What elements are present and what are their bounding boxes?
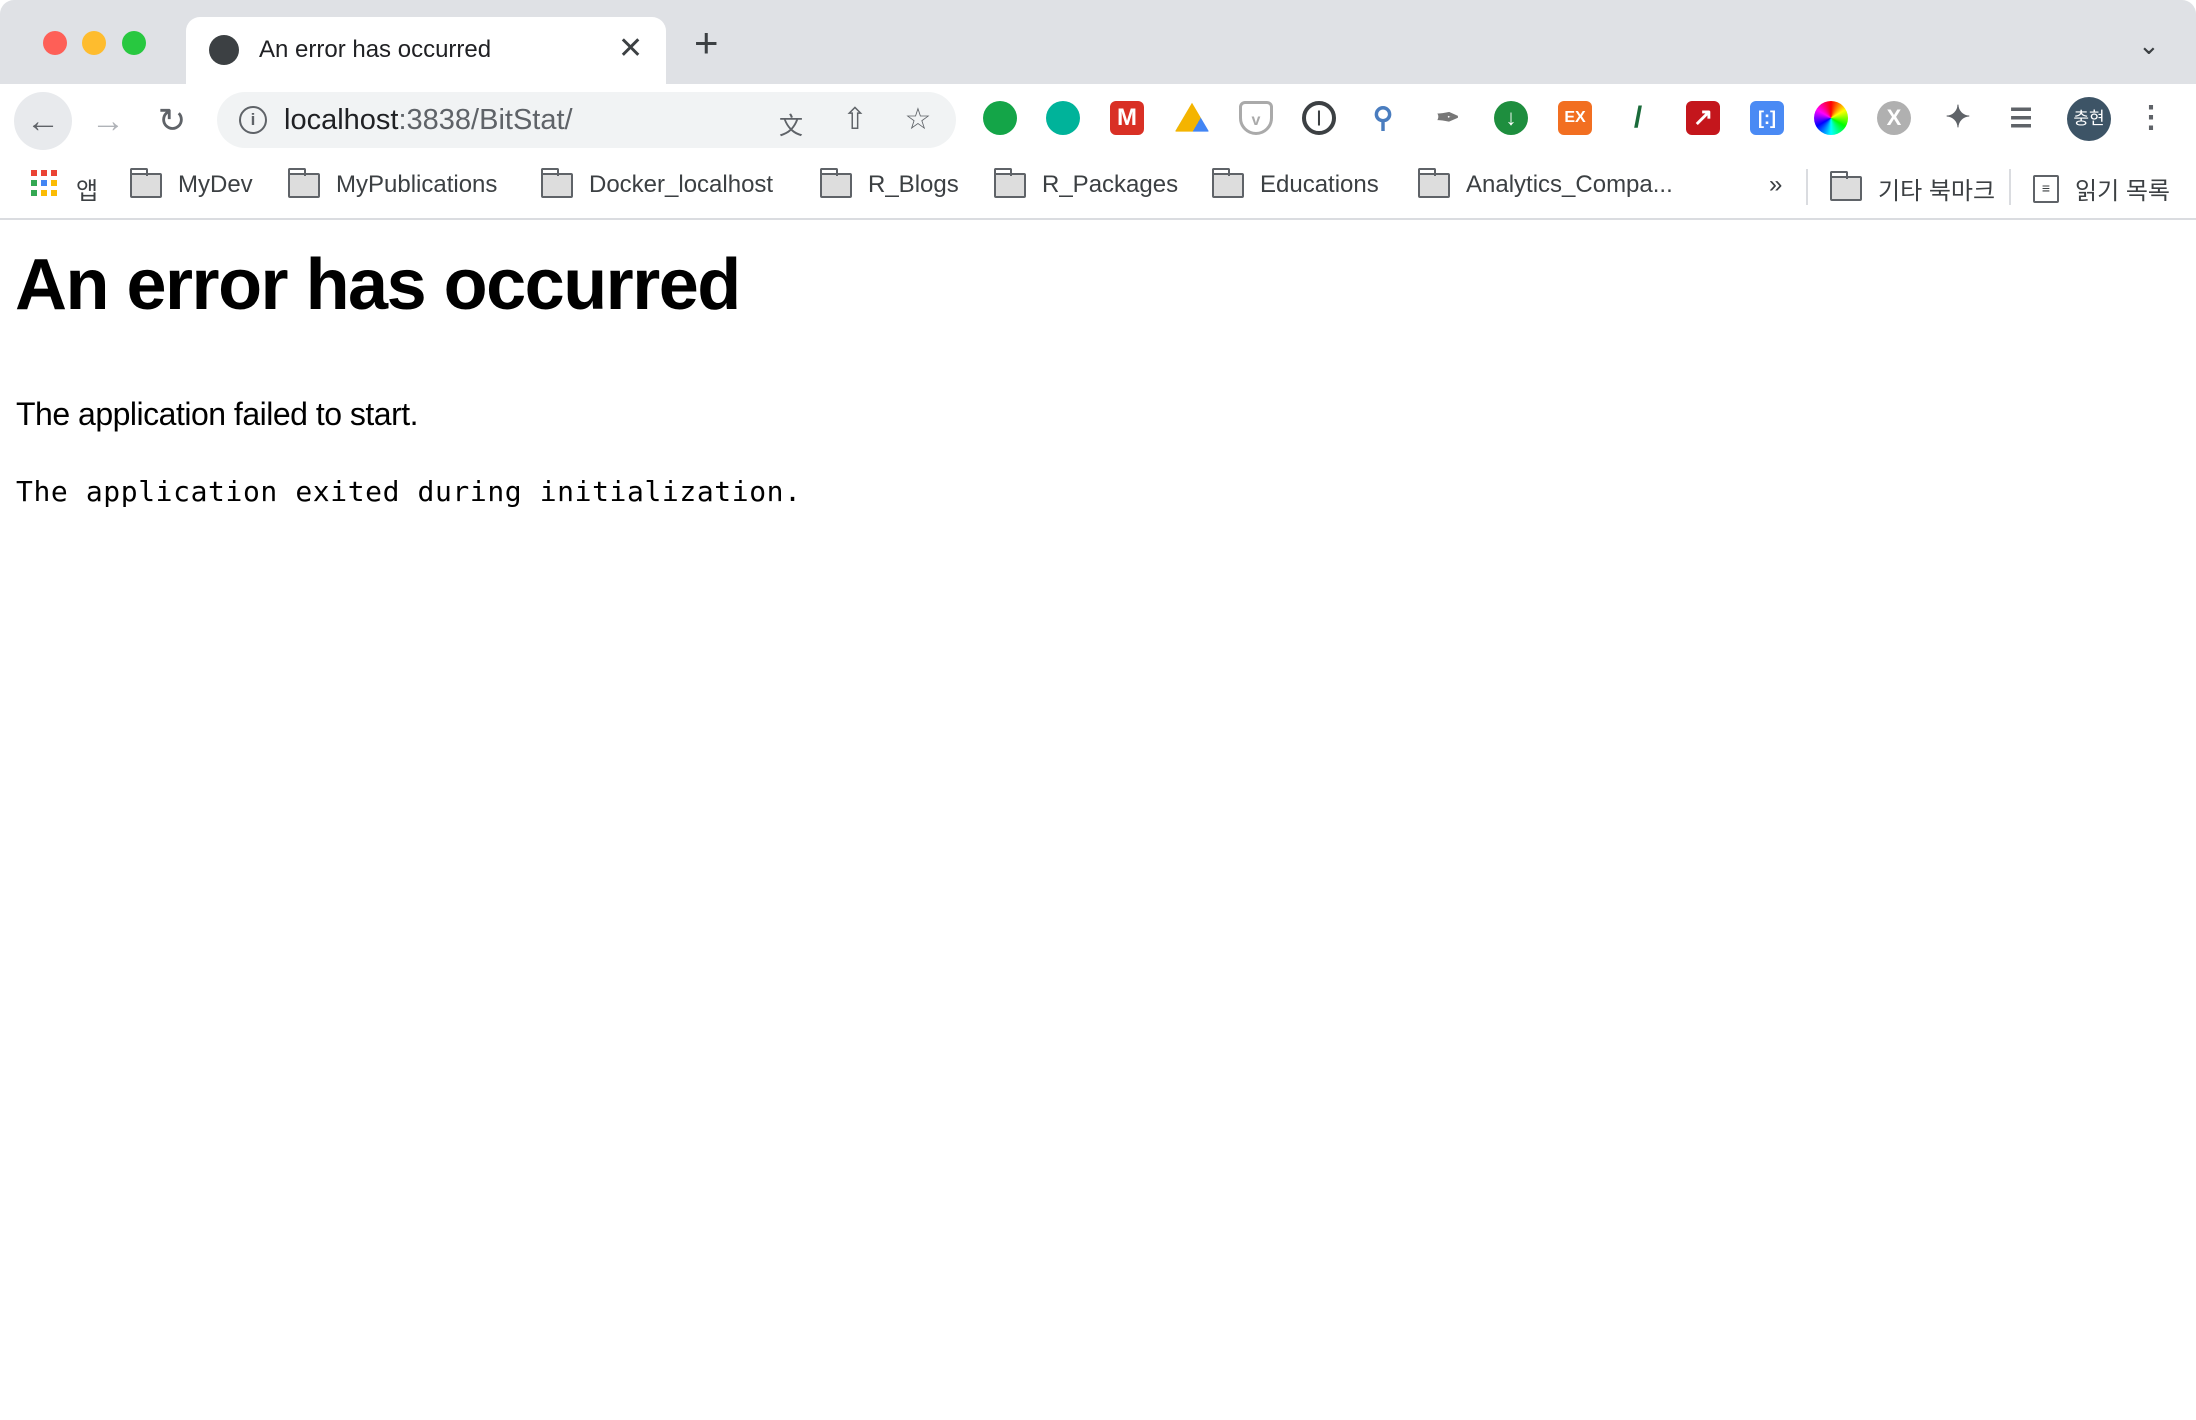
address-bar[interactable]: i localhost:3838/BitStat/ 文 ⇧ ☆ bbox=[217, 92, 956, 148]
1password-icon[interactable]: | bbox=[1302, 101, 1336, 135]
folder-icon bbox=[1418, 167, 1450, 198]
new-tab-button[interactable]: + bbox=[694, 22, 719, 64]
extensions-puzzle-icon[interactable]: ✦ bbox=[1941, 101, 1975, 135]
folder-icon bbox=[288, 167, 320, 198]
bookmark-folder-mypublications[interactable]: MyPublications bbox=[288, 167, 498, 199]
error-message: The application failed to start. bbox=[16, 396, 419, 432]
bookmark-folder-r-packages[interactable]: R_Packages bbox=[994, 167, 1179, 199]
bookmark-label: 기타 북마크 bbox=[1878, 178, 1996, 205]
evernote-icon[interactable] bbox=[983, 101, 1017, 135]
pickaxe-icon[interactable]: ↗ bbox=[1686, 101, 1720, 135]
download-icon[interactable]: ↓ bbox=[1494, 101, 1528, 135]
site-info-icon[interactable]: i bbox=[239, 106, 267, 134]
forward-button[interactable]: → bbox=[79, 92, 137, 150]
more-menu-icon[interactable]: ⋮ bbox=[2134, 101, 2168, 135]
url-host: localhost bbox=[284, 104, 399, 136]
bookmark-label: R_Blogs bbox=[868, 171, 959, 198]
bookmark-label: MyDev bbox=[178, 171, 253, 198]
bookmark-folder-r-blogs[interactable]: R_Blogs bbox=[820, 167, 959, 199]
bookmark-folder-other[interactable]: 기타 북마크 bbox=[1830, 171, 1995, 206]
reload-button[interactable]: ↻ bbox=[143, 92, 201, 150]
page-content: An error has occurred The application fa… bbox=[0, 222, 2196, 1420]
browser-window: An error has occurred ✕ + ⌄ ← → ↻ i loca… bbox=[0, 0, 2196, 1420]
reading-list-label: 읽기 목록 bbox=[2075, 178, 2170, 205]
apps-grid-icon[interactable] bbox=[31, 170, 57, 196]
folder-icon bbox=[130, 167, 162, 198]
bookmarks-overflow-button[interactable]: » bbox=[1769, 171, 1782, 199]
close-window-button[interactable] bbox=[43, 31, 67, 55]
x-circle-icon[interactable]: X bbox=[1877, 101, 1911, 135]
gmail-icon[interactable]: M bbox=[1110, 101, 1144, 135]
color-wheel-icon[interactable] bbox=[1814, 101, 1848, 135]
reading-list-icon: ≡ bbox=[2033, 174, 2059, 203]
globe-icon bbox=[209, 35, 239, 65]
reading-list-button[interactable]: ≡ 읽기 목록 bbox=[2033, 171, 2170, 206]
close-tab-icon[interactable]: ✕ bbox=[618, 31, 643, 66]
ex-icon[interactable]: EX bbox=[1558, 101, 1592, 135]
bookmark-apps[interactable]: 앱 bbox=[76, 171, 98, 206]
pocket-icon[interactable]: v bbox=[1239, 101, 1273, 135]
bookmark-folder-mydev[interactable]: MyDev bbox=[130, 167, 253, 199]
folder-icon bbox=[1830, 171, 1862, 201]
media-queue-icon[interactable]: ☰ bbox=[2004, 101, 2038, 135]
mendeley-icon[interactable] bbox=[1046, 101, 1080, 135]
bookmarks-bar: 앱 MyDev MyPublications Docker_localhost … bbox=[0, 157, 2196, 220]
error-heading: An error has occurred bbox=[15, 245, 741, 325]
folder-icon bbox=[541, 167, 573, 198]
bookmark-label: R_Packages bbox=[1042, 171, 1179, 198]
folder-icon bbox=[994, 167, 1026, 198]
divider bbox=[2009, 169, 2011, 205]
minimize-window-button[interactable] bbox=[82, 31, 106, 55]
bookmark-label: Docker_localhost bbox=[589, 171, 774, 198]
error-detail: The application exited during initializa… bbox=[16, 475, 802, 508]
url-text[interactable]: localhost:3838/BitStat/ bbox=[284, 104, 573, 137]
back-button[interactable]: ← bbox=[14, 92, 72, 150]
folder-icon bbox=[820, 167, 852, 198]
url-path: :3838/BitStat/ bbox=[398, 104, 573, 136]
share-icon[interactable]: ⇧ bbox=[837, 102, 873, 137]
translate-icon[interactable]: 文 bbox=[773, 106, 809, 141]
slash-icon[interactable]: / bbox=[1621, 101, 1655, 135]
divider bbox=[1806, 169, 1808, 205]
tab-strip: An error has occurred ✕ + ⌄ bbox=[0, 0, 2196, 84]
search-magnifier-icon[interactable]: ⚲ bbox=[1366, 101, 1400, 135]
bookmark-folder-docker-localhost[interactable]: Docker_localhost bbox=[541, 167, 774, 199]
maximize-window-button[interactable] bbox=[122, 31, 146, 55]
eyedropper-icon[interactable]: ✒ bbox=[1431, 101, 1465, 135]
bookmark-star-icon[interactable]: ☆ bbox=[900, 102, 936, 137]
profile-avatar[interactable]: 충현 bbox=[2067, 97, 2111, 141]
tab-active[interactable]: An error has occurred ✕ bbox=[186, 17, 666, 84]
toolbar: ← → ↻ i localhost:3838/BitStat/ 文 ⇧ ☆ bbox=[0, 84, 2196, 157]
tag-icon[interactable]: [:] bbox=[1750, 101, 1784, 135]
bookmark-folder-educations[interactable]: Educations bbox=[1212, 167, 1379, 199]
bookmark-folder-analytics[interactable]: Analytics_Compa... bbox=[1418, 167, 1673, 199]
tab-title: An error has occurred bbox=[259, 36, 492, 63]
bookmark-label: MyPublications bbox=[336, 171, 498, 198]
bookmark-label: Educations bbox=[1260, 171, 1379, 198]
bookmark-label: Analytics_Compa... bbox=[1466, 171, 1673, 198]
tab-search-chevron-icon[interactable]: ⌄ bbox=[2138, 30, 2160, 61]
folder-icon bbox=[1212, 167, 1244, 198]
